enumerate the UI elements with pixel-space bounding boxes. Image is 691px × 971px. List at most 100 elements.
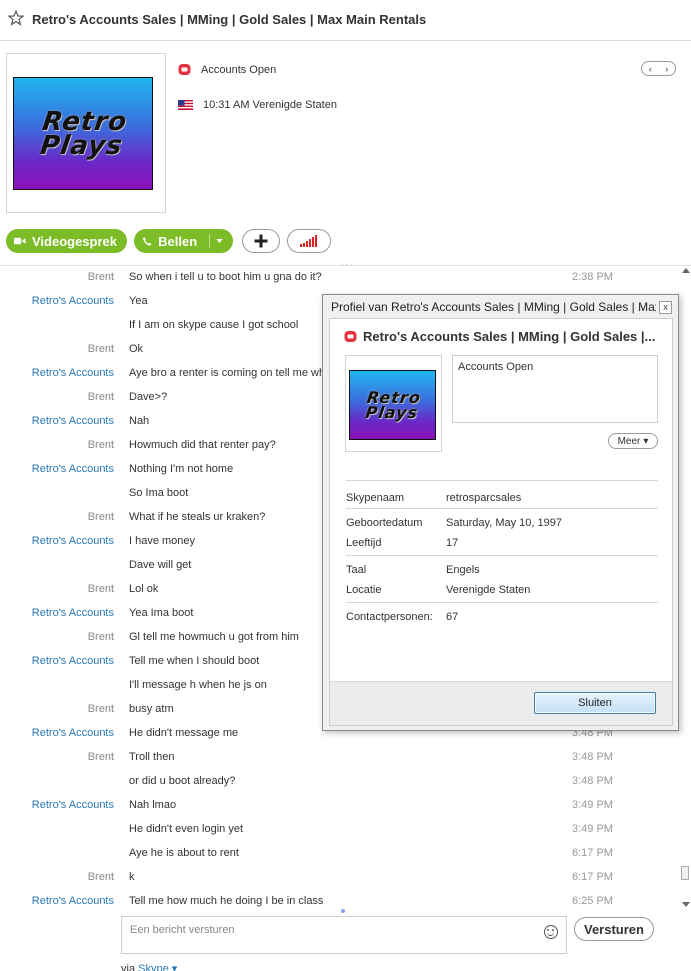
message-text: k	[129, 871, 135, 883]
dialog-close-x-button[interactable]: x	[659, 301, 672, 314]
message-sender: Brent	[87, 871, 114, 883]
language-label: Taal	[346, 564, 367, 576]
message-row[interactable]: He didn't even login yet 3:49 PM	[0, 818, 680, 842]
message-row[interactable]: Retro's Accounts Tell me how much he doin…	[0, 890, 680, 910]
location-label: Locatie	[346, 584, 382, 596]
scroll-up-arrow[interactable]	[682, 268, 690, 273]
message-text: Nah	[129, 415, 150, 427]
message-text: Dave>?	[129, 391, 168, 403]
retro-plays-logo: Retro Plays	[13, 77, 153, 190]
via-prefix: via	[121, 963, 136, 971]
message-sender: Retro's Accounts	[31, 607, 114, 619]
field-divider	[346, 508, 658, 509]
skype-icon	[344, 331, 357, 342]
scroll-down-arrow[interactable]	[682, 902, 690, 907]
via-skype-link[interactable]: Skype ▾	[138, 963, 177, 971]
chevron-left-icon[interactable]: ‹	[649, 64, 652, 74]
chevron-down-icon[interactable]	[216, 238, 223, 244]
message-sender: Brent	[87, 631, 114, 643]
message-time: 3:48 PM	[572, 751, 613, 763]
phone-icon	[142, 236, 152, 246]
dialog-contact-name: Retro's Accounts Sales | MMing | Gold Sa…	[363, 329, 656, 344]
plus-icon	[254, 234, 268, 248]
message-text: Yea	[129, 295, 148, 307]
message-sender: Retro's Accounts	[31, 895, 114, 907]
logo-text: Retro Plays	[38, 106, 130, 161]
more-button[interactable]: Meer ▾	[608, 433, 658, 449]
message-sender: Retro's Accounts	[31, 295, 114, 307]
dialog-title: Profiel van Retro's Accounts Sales | MMi…	[331, 300, 656, 314]
message-sender: Retro's Accounts	[31, 415, 114, 427]
call-quality-button[interactable]	[287, 229, 331, 253]
message-row[interactable]: Brent So when i tell u to boot him u gna …	[0, 266, 680, 290]
video-call-label: Videogesprek	[31, 233, 117, 249]
message-text: If I am on skype cause I got school	[129, 319, 299, 331]
message-text: I'll message h when he js on	[129, 679, 267, 691]
message-text: Nothing I'm not home	[129, 463, 234, 475]
message-text: Nah lmao	[129, 799, 177, 811]
message-input[interactable]: Een bericht versturen	[121, 916, 567, 954]
local-time-text: 10:31 AM Verenigde Staten	[203, 99, 337, 111]
message-time: 6:25 PM	[572, 895, 613, 907]
message-sender: Retro's Accounts	[31, 655, 114, 667]
us-flag-icon	[178, 100, 193, 110]
message-row[interactable]: Retro's Accounts Nah lmao 3:49 PM	[0, 794, 680, 818]
message-text: or did u boot already?	[129, 775, 236, 787]
field-divider	[346, 555, 658, 556]
add-people-button[interactable]	[242, 229, 280, 253]
contact-avatar[interactable]: Retro Plays	[6, 53, 166, 213]
message-time: 6:17 PM	[572, 871, 613, 883]
message-row[interactable]: Aye he is about to rent 6:17 PM	[0, 842, 680, 866]
message-time: 3:49 PM	[572, 823, 613, 835]
favorite-star-icon[interactable]	[8, 10, 24, 26]
mood-status-row: Accounts Open	[178, 63, 276, 76]
via-link-label: Skype	[138, 963, 169, 971]
dialog-header: Retro's Accounts Sales | MMing | Gold Sa…	[344, 329, 655, 344]
via-service: via Skype ▾	[121, 962, 177, 971]
close-button[interactable]: Sluiten	[534, 692, 656, 714]
message-text: Ok	[129, 343, 144, 355]
video-call-button[interactable]: Videogesprek	[6, 229, 127, 253]
video-camera-icon	[14, 237, 26, 245]
message-text: Dave will get	[129, 559, 192, 571]
skypename-label: Skypenaam	[346, 492, 405, 504]
call-divider	[209, 234, 210, 248]
message-time: 6:17 PM	[572, 847, 613, 859]
message-sender: Brent	[87, 751, 114, 763]
message-text: What if he steals ur kraken?	[129, 511, 266, 523]
contacts-value: 67	[446, 611, 459, 623]
age-value: 17	[446, 537, 459, 549]
contacts-label: Contactpersonen:	[346, 611, 433, 623]
chevron-right-icon[interactable]: ›	[665, 64, 668, 74]
dialog-mood-box: Accounts Open	[452, 355, 658, 423]
message-text: Tell me how much he doing I be in class	[129, 895, 324, 907]
profile-nav-arrows[interactable]: ‹ ›	[641, 61, 676, 76]
message-sender: Brent	[87, 583, 114, 595]
send-button[interactable]: Versturen	[574, 917, 654, 941]
emoticon-icon[interactable]	[544, 925, 558, 939]
message-sender: Brent	[87, 343, 114, 355]
birthdate-label: Geboortedatum	[346, 517, 423, 529]
call-button[interactable]: Bellen	[134, 229, 233, 253]
resize-handle[interactable]	[341, 909, 345, 913]
more-label: Meer	[617, 435, 641, 447]
message-text: Tell me when I should boot	[129, 655, 260, 667]
conversation-title: Retro's Accounts Sales | MMing | Gold Sa…	[32, 12, 427, 27]
message-row[interactable]: Brent Troll then 3:48 PM	[0, 746, 680, 770]
age-label: Leeftijd	[346, 537, 382, 549]
signal-bars-icon	[300, 235, 317, 247]
dialog-avatar: Retro Plays	[345, 355, 442, 452]
message-text: I have money	[129, 535, 196, 547]
message-row[interactable]: Brent k 6:17 PM	[0, 866, 680, 890]
message-sender: Retro's Accounts	[31, 727, 114, 739]
message-text: He didn't message me	[129, 727, 239, 739]
scroll-thumb[interactable]	[681, 866, 689, 880]
message-text: Aye he is about to rent	[129, 847, 239, 859]
message-text: Yea Ima boot	[129, 607, 194, 619]
message-text: Gl tell me howmuch u got from him	[129, 631, 299, 643]
message-row[interactable]: or did u boot already? 3:48 PM	[0, 770, 680, 794]
logo-text: Retro Plays	[363, 388, 422, 422]
chat-scrollbar[interactable]	[680, 266, 691, 910]
message-sender: Retro's Accounts	[31, 463, 114, 475]
message-text: Lol ok	[129, 583, 159, 595]
